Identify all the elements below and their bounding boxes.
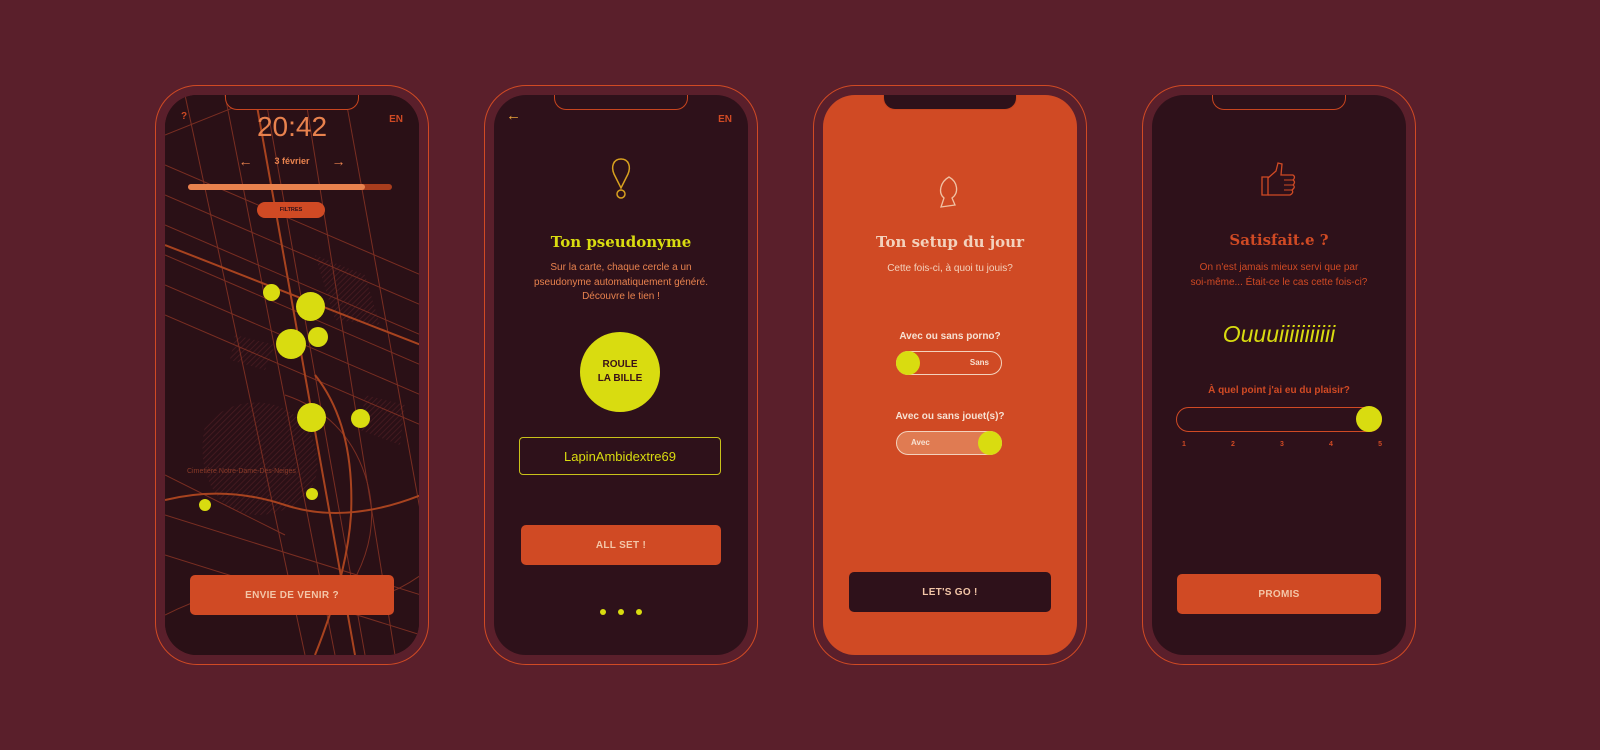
toggle-label: Avec [911,438,930,447]
time-slider[interactable] [188,184,392,190]
date-label: 3 février [274,156,310,166]
pseudonym-screen: ← EN Ton pseudonyme Sur la carte, chaque… [494,95,748,655]
phone-satisfaction-screen: Satisfait.e ? On n'est jamais mieux serv… [1142,85,1416,665]
phone-setup-screen: Ton setup du jour Cette fois-ci, à quoi … [813,85,1087,665]
exclamation-pin-icon [611,158,631,199]
language-toggle[interactable]: EN [718,114,732,125]
toys-toggle[interactable]: Avec [896,431,1002,455]
scale-labels: 1 2 3 4 5 [1182,441,1382,448]
description-line: Sur la carte, chaque cercle a un [550,262,692,273]
toggle-label: Sans [969,358,989,367]
notch [883,95,1017,110]
toggle-knob [896,351,920,375]
satisfaction-screen: Satisfait.e ? On n'est jamais mieux serv… [1152,95,1406,655]
page-dot[interactable] [618,609,624,615]
page-dot[interactable] [600,609,606,615]
pagination-dots [494,609,748,615]
subtitle: Cette fois-ci, à quoi tu jouis? [887,263,1013,274]
description: On n'est jamais mieux servi que par soi-… [1172,261,1386,290]
scale-label: 4 [1329,441,1333,448]
page-title: Ton setup du jour [876,233,1024,251]
come-button[interactable]: ENVIE DE VENIR ? [190,575,394,615]
map-user-circle[interactable] [263,284,280,301]
setup-screen: Ton setup du jour Cette fois-ci, à quoi … [823,95,1077,655]
arrow-right-icon[interactable]: → [332,153,346,169]
map-place-label: Cimetière Notre-Dame-Des-Neiges [187,468,296,475]
scale-label: 3 [1280,441,1284,448]
map-user-circle[interactable] [296,292,325,321]
map-screen: ? EN 20:42 ← 3 février → FILTRES Cimetiè… [165,95,419,655]
description-line: Découvre le tien ! [582,291,660,302]
question-porn: Avec ou sans porno? [899,331,1001,342]
map-user-circle[interactable] [297,403,326,432]
pleasure-question: À quel point j'ai eu du plaisir? [1208,385,1350,396]
scale-label: 2 [1231,441,1235,448]
porn-toggle[interactable]: Sans [896,351,1002,375]
map-user-circle[interactable] [308,327,328,347]
time-display: 20:42 [256,111,328,142]
promise-button[interactable]: PROMIS [1177,574,1381,614]
phone-pseudonym-screen: ← EN Ton pseudonyme Sur la carte, chaque… [484,85,758,665]
page-title: Satisfait.e ? [1229,231,1329,249]
map-user-circle[interactable] [199,499,211,511]
page-title: Ton pseudonyme [550,233,692,251]
description-line: On n'est jamais mieux servi que par [1199,262,1359,273]
description-line: pseudonyme automatiquement généré. [533,276,708,288]
roll-ball-button[interactable]: ROULE LA BILLE [580,332,660,412]
pseudonym-field[interactable]: LapinAmbidextre69 [519,437,721,475]
butt-plug-icon [939,176,958,208]
map-user-circle[interactable] [351,409,370,428]
slider-thumb[interactable] [1356,406,1382,432]
roll-label: LA BILLE [597,373,643,384]
time-slider-fill [188,184,366,190]
toggle-knob [978,431,1002,455]
answer-text: Ouuuiiiiiiiiiii [1222,321,1336,347]
scale-label: 1 [1182,441,1186,448]
pleasure-slider[interactable] [1176,406,1382,432]
date-nav: ← 3 février → [165,153,419,169]
thumbs-up-icon [1261,162,1296,196]
description-line: soi-même... Était-ce le cas cette fois-c… [1190,276,1368,288]
notch [1212,95,1346,110]
map-user-circle[interactable] [276,329,306,359]
notch [225,95,359,110]
filters-button[interactable]: FILTRES [257,202,325,218]
roll-label: ROULE [602,359,638,370]
question-toys: Avec ou sans jouet(s)? [895,411,1005,422]
page-dot[interactable] [636,609,642,615]
scale-label: 5 [1378,441,1382,448]
notch [554,95,688,110]
all-set-button[interactable]: ALL SET ! [521,525,721,565]
lets-go-button[interactable]: LET'S GO ! [849,572,1051,612]
city-map[interactable] [165,95,419,655]
map-user-circle[interactable] [306,488,318,500]
description: Sur la carte, chaque cercle a un pseudon… [514,261,728,305]
back-arrow-icon[interactable]: ← [506,107,521,124]
phone-map-screen: ? EN 20:42 ← 3 février → FILTRES Cimetiè… [155,85,429,665]
arrow-left-icon[interactable]: ← [238,153,252,169]
